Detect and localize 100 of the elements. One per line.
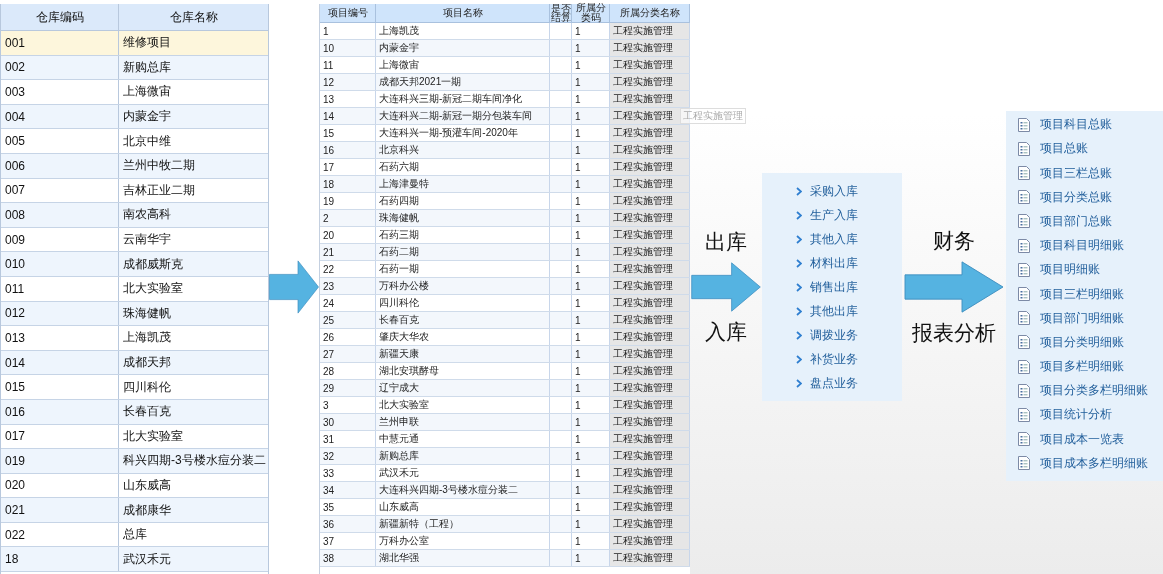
table-cell: 石药四期	[376, 193, 550, 209]
table-cell: 肇庆大华农	[376, 329, 550, 345]
menu-item[interactable]: 项目分类明细账	[1006, 330, 1163, 355]
table-row[interactable]: 005 北京中维	[1, 129, 268, 154]
table-cell: 工程实施管理	[610, 312, 690, 328]
menu-item[interactable]: 项目部门总账	[1006, 209, 1163, 234]
table-cell: 工程实施管理	[610, 278, 690, 294]
table-cell: 工程实施管理	[610, 465, 690, 481]
table-row[interactable]: 003 上海微宙	[1, 80, 268, 105]
table-cell: 大连科兴四期-3号楼水痘分装二	[376, 482, 550, 498]
table-cell: 工程实施管理	[610, 550, 690, 566]
menu-item[interactable]: 调拨业务	[762, 323, 902, 347]
menu-item[interactable]: 盘点业务	[762, 371, 902, 395]
table-cell-text: 兰州中牧二期	[122, 157, 196, 175]
table-cell: 成都天邦2021一期	[376, 74, 550, 90]
document-icon	[1018, 287, 1030, 301]
menu-item[interactable]: 项目科目明细账	[1006, 233, 1163, 258]
document-icon	[1018, 311, 1030, 326]
menu-item[interactable]: 项目成本一览表	[1006, 427, 1163, 452]
table-cell: 工程实施管理	[610, 414, 690, 430]
chevron-icon	[796, 378, 802, 388]
table-cell: 工程实施管理	[610, 23, 690, 39]
table-cell: 002	[1, 55, 119, 80]
table-row[interactable]: 013 上海凯茂	[1, 326, 268, 351]
table-cell-text: 长春百克	[122, 403, 172, 421]
menu-item[interactable]: 项目成本多栏明细账	[1006, 451, 1163, 476]
table-cell: 内蒙金宇	[376, 40, 550, 56]
menu-item[interactable]: 项目三栏总账	[1006, 160, 1163, 186]
table-cell: 004	[1, 104, 119, 129]
menu-item[interactable]: 项目总账	[1006, 136, 1163, 161]
table-cell: 020	[1, 473, 119, 498]
table-row[interactable]: 008 南农高科	[1, 203, 268, 228]
column-header: 项目名称	[376, 4, 550, 22]
table-row[interactable]: 002 新购总库	[1, 55, 268, 81]
table-cell: 016	[1, 399, 119, 424]
menu-item[interactable]: 项目分类总账	[1006, 185, 1163, 210]
menu-item[interactable]: 项目三栏明细账	[1006, 281, 1163, 307]
table-cell: 工程实施管理	[610, 244, 690, 260]
table-row[interactable]: 021 成都康华	[1, 498, 268, 523]
table-cell: 19	[320, 193, 376, 209]
table-row[interactable]: 007 吉林正业二期	[1, 178, 268, 204]
table-cell: 石药三期	[376, 227, 550, 243]
table-row[interactable]: 18 武汉禾元	[1, 547, 268, 573]
arrow-icon	[269, 260, 319, 314]
table-row[interactable]: 010 成都威斯克	[1, 252, 268, 277]
table-cell: 工程实施管理	[610, 227, 690, 243]
table-row[interactable]: 017 北大实验室	[1, 424, 268, 450]
table-row[interactable]: 009 云南华宇	[1, 227, 268, 253]
menu-item[interactable]: 项目明细账	[1006, 257, 1163, 282]
table-cell: 大连科兴三期-新冠二期车间净化	[376, 91, 550, 107]
table-row[interactable]: 022 总库	[1, 522, 268, 548]
table-row[interactable]: 006 兰州中牧二期	[1, 153, 268, 179]
table-row[interactable]: 001 维修项目	[1, 31, 268, 56]
menu-item[interactable]: 项目部门明细账	[1006, 306, 1163, 331]
table-row[interactable]: 012 珠海健帆	[1, 301, 268, 327]
table-cell: 014	[1, 350, 119, 375]
table-cell: 16	[320, 142, 376, 158]
table-row[interactable]: 004 内蒙金宇	[1, 104, 268, 130]
menu-item[interactable]: 其他出库	[762, 299, 902, 323]
menu-item[interactable]: 项目多栏明细账	[1006, 354, 1163, 379]
table-cell: 石药一期	[376, 261, 550, 277]
chevron-icon	[796, 282, 802, 292]
table-row[interactable]: 011 北大实验室	[1, 276, 268, 302]
menu-item[interactable]: 项目科目总账	[1006, 112, 1163, 137]
menu-item[interactable]: 生产入库	[762, 203, 902, 227]
menu-item[interactable]: 项目分类多栏明细账	[1006, 378, 1163, 403]
table-cell: 工程实施管理	[610, 329, 690, 345]
menu-item[interactable]: 销售出库	[762, 275, 902, 299]
document-icon	[1018, 214, 1030, 229]
chevron-icon	[796, 210, 802, 220]
menu-item[interactable]: 补货业务	[762, 347, 902, 371]
menu-item[interactable]: 材料出库	[762, 251, 902, 275]
table-row[interactable]: 016 长春百克	[1, 399, 268, 425]
table-cell: 工程实施管理	[610, 499, 690, 515]
document-icon	[1018, 383, 1030, 398]
table-cell: 工程实施管理	[610, 159, 690, 175]
table-row[interactable]: 020 山东威高	[1, 473, 268, 499]
table-cell: 011	[1, 276, 119, 301]
table-cell: 18	[1, 547, 119, 572]
document-icon	[1018, 141, 1030, 156]
table-cell: 22	[320, 261, 376, 277]
table-row[interactable]: 019 科兴四期-3号楼水痘分装二	[1, 449, 268, 474]
table-row[interactable]: 015 四川科伦	[1, 375, 268, 400]
table-cell: 珠海健帆	[376, 210, 550, 226]
document-icon	[1018, 456, 1030, 471]
menu-item[interactable]: 项目统计分析	[1006, 402, 1163, 428]
table-cell: 010	[1, 252, 119, 276]
table-row[interactable]: 014 成都天邦	[1, 350, 268, 376]
document-icon	[1018, 238, 1030, 253]
table-cell: 工程实施管理	[610, 448, 690, 464]
menu-item[interactable]: 采购入库	[762, 179, 902, 203]
table-cell: 27	[320, 346, 376, 362]
table-cell: 中慧元通	[376, 431, 550, 447]
table-cell: 24	[320, 295, 376, 311]
flow-label: 财务	[933, 228, 975, 254]
table-cell: 辽宁成大	[376, 380, 550, 396]
menu-item[interactable]: 其他入库	[762, 227, 902, 251]
table-cell: 山东威高	[376, 499, 550, 515]
table-cell: 北大实验室	[376, 397, 550, 413]
table-cell: 13	[320, 91, 376, 107]
